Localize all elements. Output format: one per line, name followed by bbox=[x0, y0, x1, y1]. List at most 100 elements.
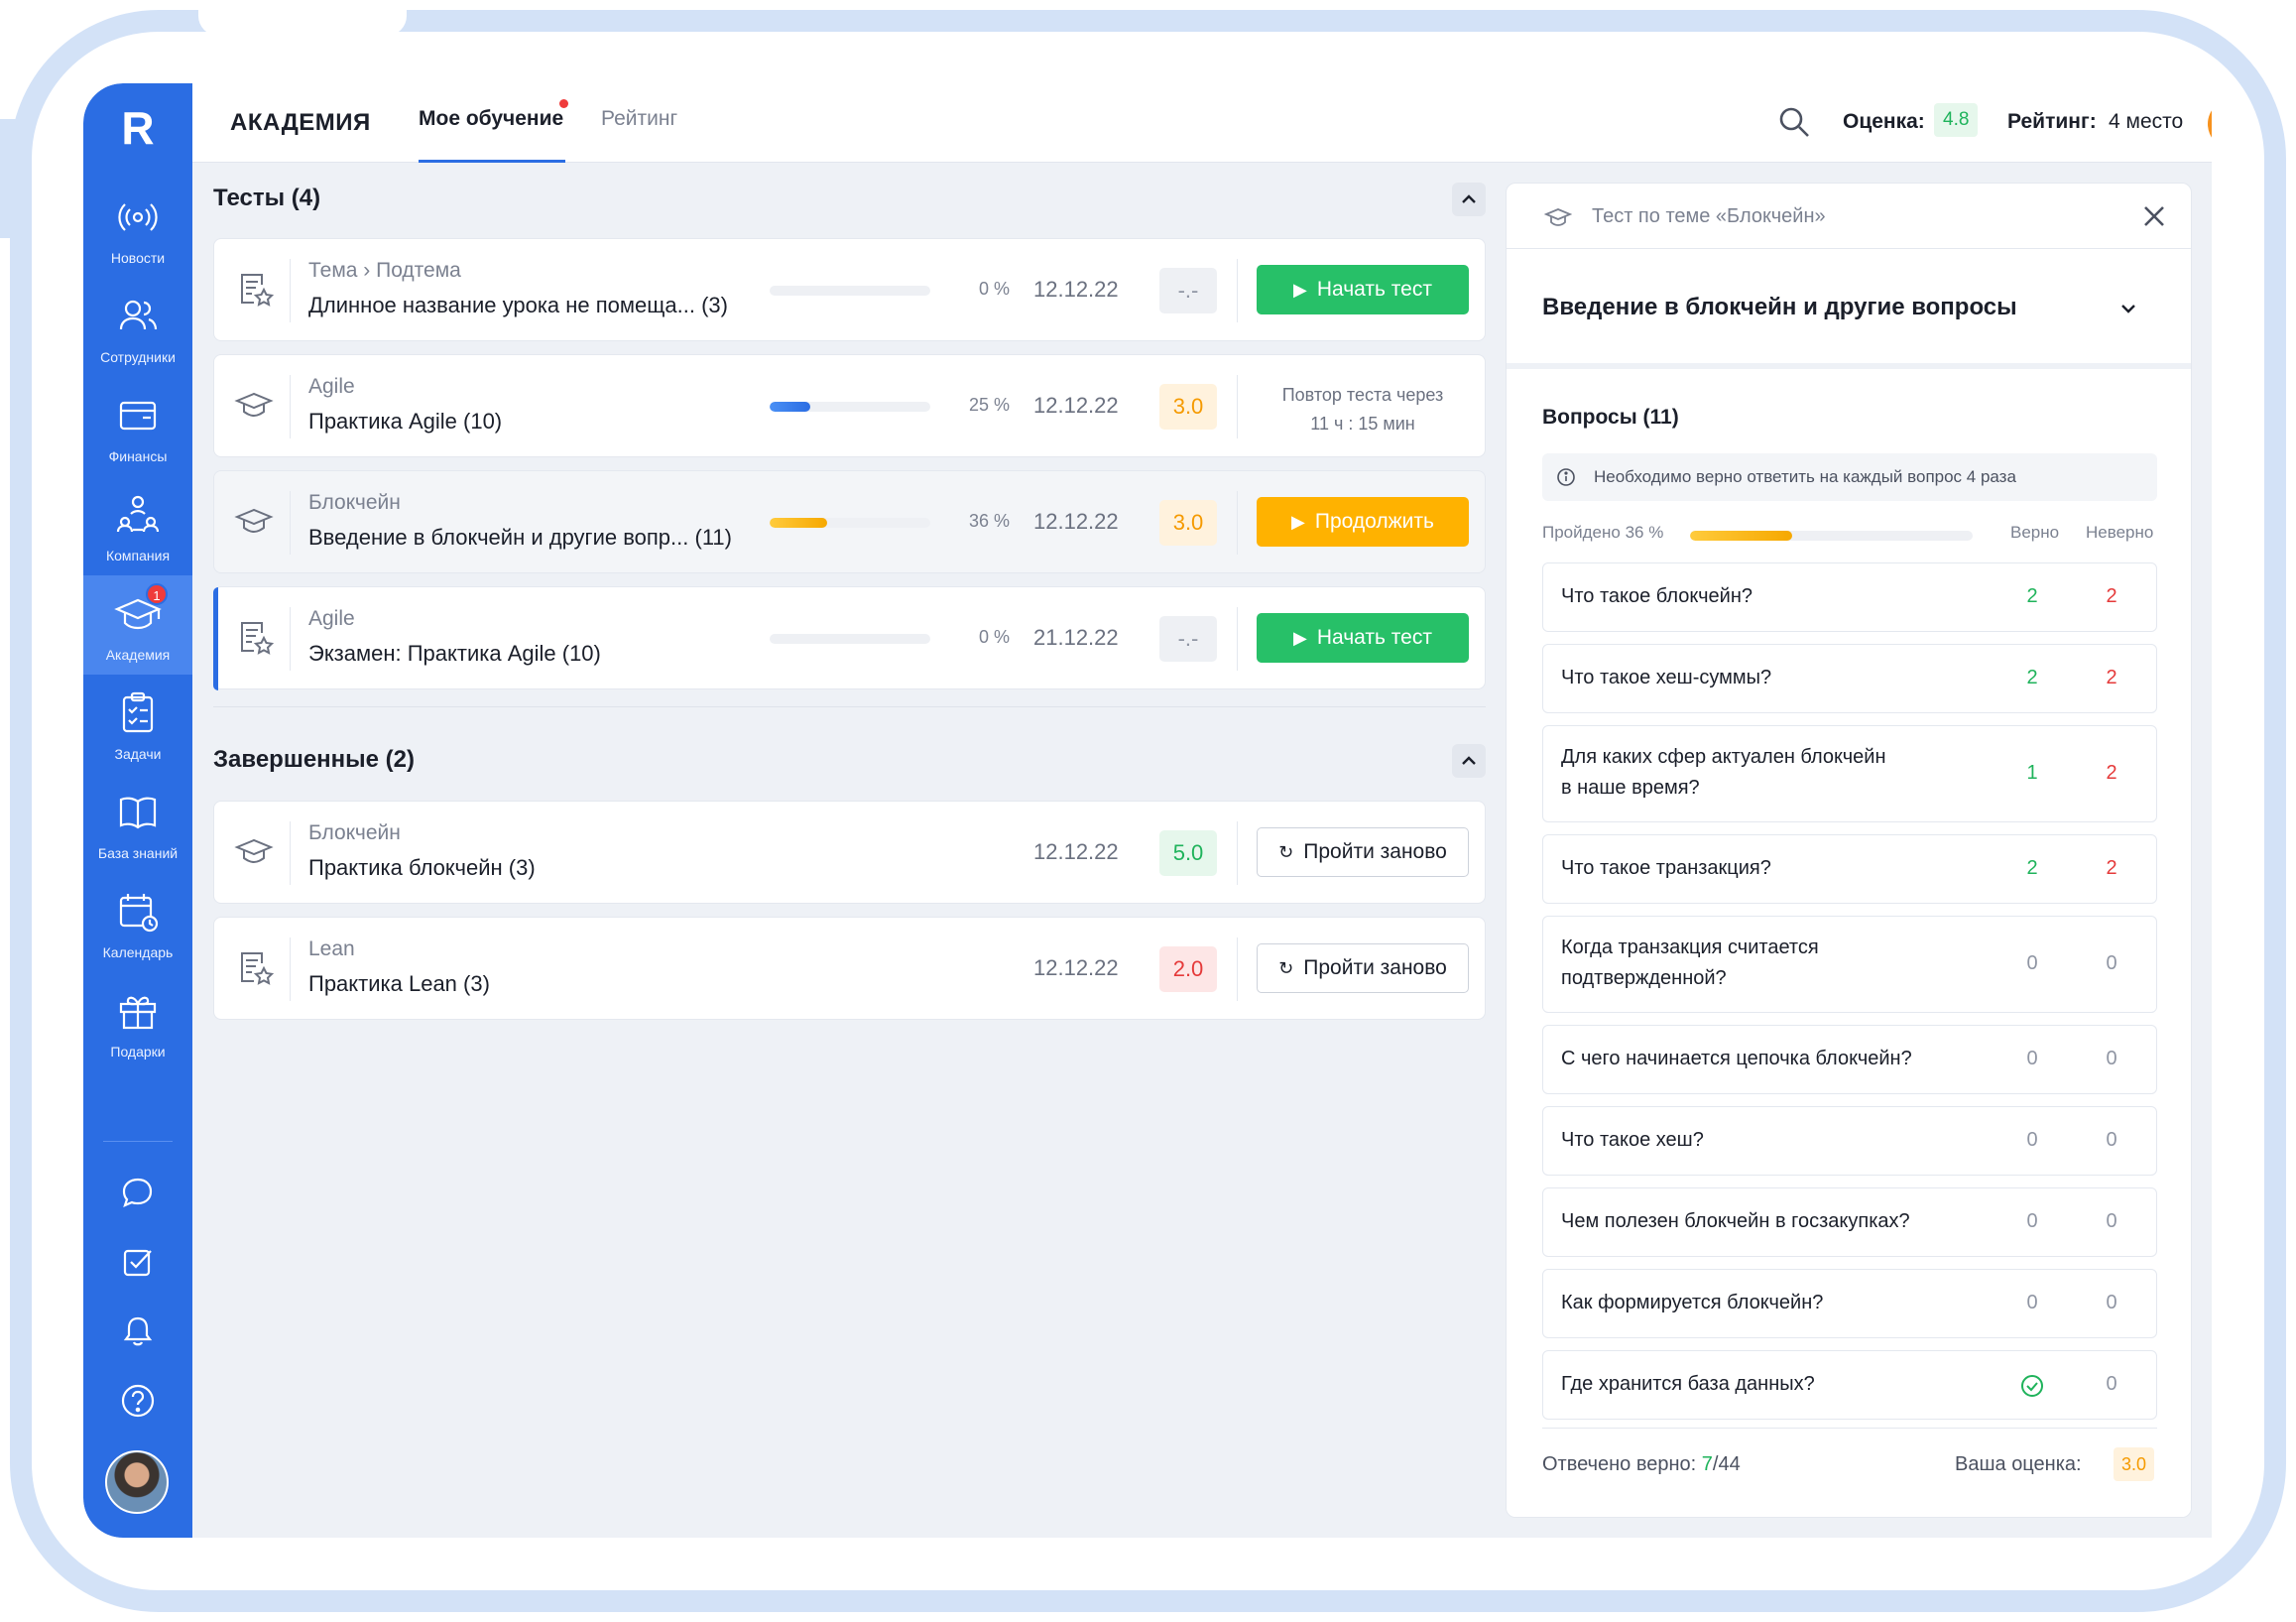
test-details-panel: Тест по теме «Блокчейн» Введение в блокч… bbox=[1506, 183, 2192, 1518]
wrong-count: 2 bbox=[2106, 585, 2117, 607]
question-row[interactable]: Что такое блокчейн? 2 2 bbox=[1542, 562, 2157, 632]
sidebar-item-calendar[interactable]: Календарь bbox=[83, 873, 192, 972]
question-row[interactable]: Как формируется блокчейн? 0 0 bbox=[1542, 1269, 2157, 1338]
wrong-count: 2 bbox=[2106, 667, 2117, 688]
test-card[interactable]: Блокчейн Введение в блокчейн и другие во… bbox=[213, 470, 1486, 573]
sidebar-item-gifts[interactable]: Подарки bbox=[83, 972, 192, 1071]
help-icon bbox=[121, 1384, 155, 1418]
sidebar-divider bbox=[103, 1141, 173, 1142]
test-score: -.- bbox=[1159, 616, 1217, 662]
test-date: 12.12.22 bbox=[1033, 955, 1119, 980]
chat-button[interactable] bbox=[83, 1173, 192, 1222]
test-card[interactable]: Agile Экзамен: Практика Agile (10) 0 % 2… bbox=[213, 586, 1486, 690]
test-card[interactable]: Тема › Подтема Длинное название урока не… bbox=[213, 238, 1486, 341]
card-separator bbox=[1237, 937, 1238, 1001]
sidebar-item-employees[interactable]: Сотрудники bbox=[83, 278, 192, 377]
card-separator bbox=[290, 375, 291, 438]
question-row[interactable]: Что такое хеш-суммы? 2 2 bbox=[1542, 644, 2157, 713]
sidebar-item-company[interactable]: Компания bbox=[83, 476, 192, 575]
app-screen: R Новости Сотрудники Финансы Компания 1 … bbox=[83, 83, 2212, 1538]
tests-collapse-button[interactable] bbox=[1452, 183, 1486, 216]
close-icon[interactable] bbox=[2139, 201, 2169, 231]
question-row[interactable]: Где хранится база данных? 0 bbox=[1542, 1350, 2157, 1420]
question-row[interactable]: С чего начинается цепочка блокчейн? 0 0 bbox=[1542, 1025, 2157, 1094]
refresh-icon: ↻ bbox=[1278, 958, 1294, 978]
retake-button[interactable]: ↻ Пройти заново bbox=[1257, 827, 1469, 877]
user-avatar[interactable] bbox=[105, 1450, 169, 1514]
play-icon: ▶ bbox=[1293, 280, 1307, 300]
wrong-count: 0 bbox=[2106, 1129, 2117, 1151]
sidebar-item-academy[interactable]: 1 Академия bbox=[83, 575, 192, 675]
question-text: Что такое транзакция? bbox=[1561, 857, 1771, 879]
device-notch bbox=[198, 6, 407, 36]
top-header: АКАДЕМИЯ Мое обучение Рейтинг Оценка: 4.… bbox=[192, 83, 2212, 163]
test-score: 2.0 bbox=[1159, 946, 1217, 992]
test-score: -.- bbox=[1159, 268, 1217, 313]
company-icon bbox=[116, 495, 160, 533]
test-card[interactable]: Agile Практика Agile (10) 25 % 12.12.22 … bbox=[213, 354, 1486, 457]
wrong-count: 0 bbox=[2106, 1373, 2117, 1395]
start-test-button[interactable]: ▶ Начать тест bbox=[1257, 613, 1469, 663]
question-row[interactable]: Что такое хеш? 0 0 bbox=[1542, 1106, 2157, 1176]
sidebar-item-news[interactable]: Новости bbox=[83, 179, 192, 278]
test-progress-percent: 0 % bbox=[978, 279, 1010, 299]
sidebar-item-tasks[interactable]: Задачи bbox=[83, 675, 192, 774]
question-text: Что такое блокчейн? bbox=[1561, 585, 1752, 607]
question-row[interactable]: Для каких сфер актуален блокчейн в наше в… bbox=[1542, 725, 2157, 822]
todo-button[interactable] bbox=[83, 1242, 192, 1292]
panel-footer: Отвечено верно: 7/44 Ваша оценка: 3.0 bbox=[1507, 1428, 2191, 1517]
play-icon: ▶ bbox=[1293, 628, 1307, 648]
progress-fill bbox=[770, 518, 828, 528]
bell-icon bbox=[123, 1316, 153, 1346]
footer-divider bbox=[1542, 1428, 2157, 1429]
info-note: Необходимо верно ответить на каждый вопр… bbox=[1542, 453, 2157, 501]
score-label: Оценка: bbox=[1843, 110, 1925, 133]
answered-correct: Отвечено верно: 7/44 bbox=[1542, 1453, 1741, 1475]
tab-rating[interactable]: Рейтинг bbox=[601, 107, 677, 131]
completed-card[interactable]: Блокчейн Практика блокчейн (3) 12.12.22 … bbox=[213, 801, 1486, 904]
question-row[interactable]: Когда транзакция считается подтвержденной… bbox=[1542, 916, 2157, 1013]
test-date: 12.12.22 bbox=[1033, 839, 1119, 864]
test-progress-bar bbox=[770, 402, 930, 412]
correct-count: 0 bbox=[2026, 952, 2038, 974]
notifications-button[interactable] bbox=[83, 1311, 192, 1361]
passed-progress-bar bbox=[1690, 531, 1973, 541]
sidebar-item-label: Академия bbox=[105, 647, 171, 663]
chevron-down-icon[interactable] bbox=[2112, 292, 2145, 325]
sidebar-item-label: Компания bbox=[105, 548, 171, 563]
correct-count: 0 bbox=[2026, 1129, 2038, 1151]
search-icon[interactable] bbox=[1775, 103, 1813, 141]
app-logo[interactable]: R bbox=[113, 101, 163, 157]
tab-active-indicator bbox=[419, 160, 565, 163]
info-icon bbox=[1557, 468, 1575, 486]
sidebar-item-finance[interactable]: Финансы bbox=[83, 377, 192, 476]
test-score: 5.0 bbox=[1159, 830, 1217, 876]
completed-card[interactable]: Lean Практика Lean (3) 12.12.22 2.0 ↻ Про… bbox=[213, 917, 1486, 1020]
card-separator bbox=[290, 491, 291, 555]
sidebar-item-label: Новости bbox=[110, 250, 166, 266]
wrong-count: 2 bbox=[2106, 857, 2117, 879]
panel-header[interactable]: Введение в блокчейн и другие вопросы bbox=[1507, 250, 2191, 369]
card-separator bbox=[1237, 821, 1238, 885]
clipboard-icon bbox=[122, 691, 154, 733]
continue-test-button[interactable]: ▶ Продолжить bbox=[1257, 497, 1469, 547]
play-icon: ▶ bbox=[1291, 512, 1305, 532]
question-row[interactable]: Чем полезен блокчейн в госзакупках? 0 0 bbox=[1542, 1187, 2157, 1257]
help-button[interactable] bbox=[83, 1381, 192, 1431]
test-category: Agile bbox=[308, 607, 355, 630]
tab-my-learning[interactable]: Мое обучение bbox=[419, 107, 563, 131]
start-test-button[interactable]: ▶ Начать тест bbox=[1257, 265, 1469, 314]
progress-fill bbox=[1690, 531, 1792, 541]
sidebar-item-knowledge[interactable]: База знаний bbox=[83, 774, 192, 873]
user-menu[interactable]: И bbox=[2208, 99, 2212, 149]
test-progress-bar bbox=[770, 518, 930, 528]
test-score: 3.0 bbox=[1159, 384, 1217, 430]
question-text: Что такое хеш? bbox=[1561, 1129, 1704, 1151]
completed-collapse-button[interactable] bbox=[1452, 744, 1486, 778]
retake-button[interactable]: ↻ Пройти заново bbox=[1257, 943, 1469, 993]
your-score-badge: 3.0 bbox=[2114, 1447, 2155, 1481]
chevron-up-icon bbox=[1462, 194, 1476, 203]
test-progress-percent: 0 % bbox=[978, 627, 1010, 647]
test-title: Практика блокчейн (3) bbox=[308, 855, 536, 880]
question-row[interactable]: Что такое транзакция? 2 2 bbox=[1542, 834, 2157, 904]
